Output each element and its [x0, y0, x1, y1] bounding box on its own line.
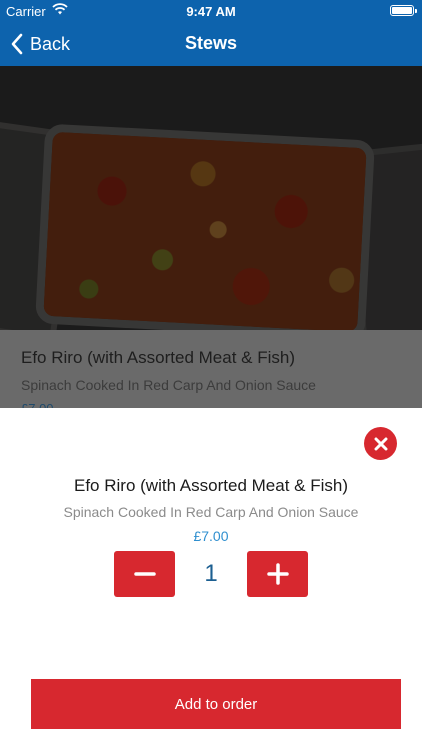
quantity-stepper: 1	[114, 551, 308, 597]
top-bar: Carrier 9:47 AM Back Stews	[0, 0, 422, 66]
minus-icon	[133, 572, 156, 576]
add-item-sheet: Efo Riro (with Assorted Meat & Fish) Spi…	[0, 408, 422, 750]
clock: 9:47 AM	[186, 4, 236, 19]
app-screen: Carrier 9:47 AM Back Stews Efo Riro (wit…	[0, 0, 422, 750]
status-bar: Carrier 9:47 AM	[0, 0, 422, 22]
add-to-order-button[interactable]: Add to order	[31, 679, 401, 729]
background-item-description: Spinach Cooked In Red Carp And Onion Sau…	[21, 377, 316, 393]
dim-overlay	[0, 66, 422, 330]
close-button[interactable]	[364, 427, 397, 460]
quantity-value: 1	[204, 560, 218, 587]
add-to-order-label: Add to order	[174, 695, 258, 713]
background-item-name: Efo Riro (with Assorted Meat & Fish)	[21, 348, 295, 367]
navigation-bar: Back Stews	[0, 22, 422, 66]
background-item-info: Efo Riro (with Assorted Meat & Fish) Spi…	[0, 330, 422, 416]
plus-icon	[266, 563, 289, 585]
battery-icon	[390, 5, 417, 16]
decrease-quantity-button[interactable]	[114, 551, 175, 597]
page-title: Stews	[184, 33, 238, 53]
item-price: £7.00	[193, 528, 229, 544]
item-description: Spinach Cooked In Red Carp And Onion Sau…	[63, 504, 359, 520]
product-image	[0, 66, 422, 330]
item-name: Efo Riro (with Assorted Meat & Fish)	[74, 476, 348, 495]
close-icon	[374, 437, 387, 450]
increase-quantity-button[interactable]	[247, 551, 308, 597]
